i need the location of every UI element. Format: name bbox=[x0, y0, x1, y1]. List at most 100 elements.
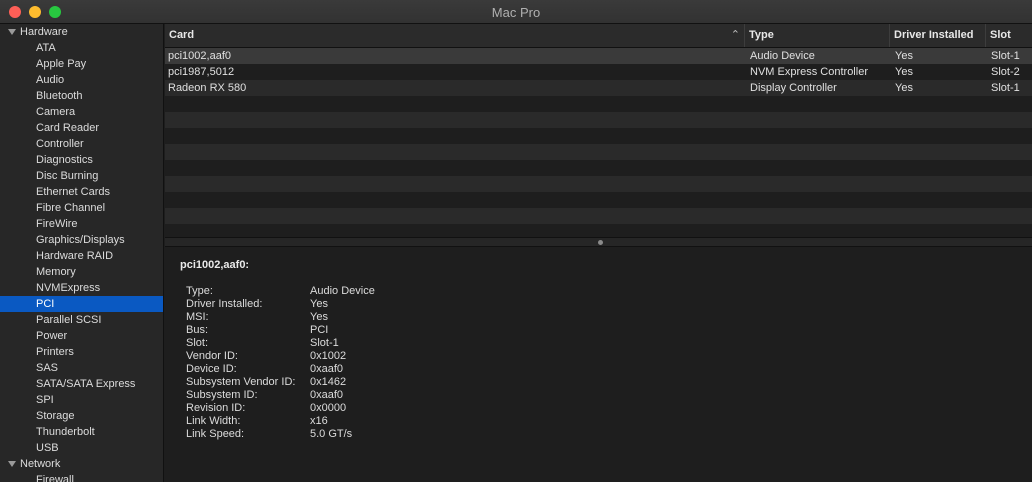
sidebar: Hardware ATA Apple Pay Audio Bluetooth Camera… bbox=[0, 24, 164, 482]
sidebar-group-network[interactable]: Network bbox=[0, 456, 163, 472]
cell-driver-installed: Yes bbox=[895, 82, 913, 94]
cell-type: Audio Device bbox=[750, 50, 815, 62]
sidebar-item-sata-sata-express[interactable]: SATA/SATA Express bbox=[0, 376, 163, 392]
detail-field: Vendor ID: 0x1002 bbox=[186, 350, 375, 363]
sidebar-item-graphics-displays[interactable]: Graphics/Displays bbox=[0, 232, 163, 248]
cell-slot: Slot-1 bbox=[991, 50, 1020, 62]
column-header-card[interactable]: Card ⌃ bbox=[165, 24, 745, 47]
detail-field-label: Device ID: bbox=[186, 363, 237, 375]
sidebar-item-audio[interactable]: Audio bbox=[0, 72, 163, 88]
sidebar-item-ata[interactable]: ATA bbox=[0, 40, 163, 56]
detail-field: Driver Installed: Yes bbox=[186, 298, 375, 311]
table-row[interactable]: Radeon RX 580 Display Controller Yes Slot-1 bbox=[165, 80, 1032, 96]
detail-field-label: Link Speed: bbox=[186, 428, 245, 440]
detail-field-value: Audio Device bbox=[310, 285, 375, 297]
empty-table-row bbox=[165, 96, 1032, 112]
empty-table-row bbox=[165, 176, 1032, 192]
detail-field-value: 0x0000 bbox=[310, 402, 347, 414]
table-row[interactable]: pci1002,aaf0 Audio Device Yes Slot-1 bbox=[165, 48, 1032, 64]
empty-table-row bbox=[165, 208, 1032, 224]
divider-grip-icon[interactable] bbox=[598, 240, 603, 245]
detail-field-value: 0xaaf0 bbox=[310, 389, 344, 401]
detail-field-value: Yes bbox=[310, 298, 328, 310]
detail-field: Device ID: 0xaaf0 bbox=[186, 363, 375, 376]
cell-card: Radeon RX 580 bbox=[168, 82, 247, 94]
sidebar-item-controller[interactable]: Controller bbox=[0, 136, 163, 152]
column-header-slot[interactable]: Slot bbox=[986, 24, 1032, 47]
sidebar-item-card-reader[interactable]: Card Reader bbox=[0, 120, 163, 136]
cell-driver-installed: Yes bbox=[895, 50, 913, 62]
disclosure-triangle-icon[interactable] bbox=[8, 29, 16, 35]
window-title: Mac Pro bbox=[491, 5, 541, 20]
sidebar-item-nvmexpress[interactable]: NVMExpress bbox=[0, 280, 163, 296]
table-row[interactable]: pci1987,5012 NVM Express Controller Yes Slo… bbox=[165, 64, 1032, 80]
sidebar-item-parallel-scsi[interactable]: Parallel SCSI bbox=[0, 312, 163, 328]
disclosure-triangle-icon[interactable] bbox=[8, 461, 16, 467]
sort-ascending-icon: ⌃ bbox=[730, 29, 740, 41]
detail-field: Subsystem ID: 0xaaf0 bbox=[186, 389, 375, 402]
sidebar-item-camera[interactable]: Camera bbox=[0, 104, 163, 120]
detail-field: Subsystem Vendor ID: 0x1462 bbox=[186, 376, 375, 389]
sidebar-item-diagnostics[interactable]: Diagnostics bbox=[0, 152, 163, 168]
detail-field-label: Bus: bbox=[186, 324, 209, 336]
detail-field: MSI: Yes bbox=[186, 311, 375, 324]
detail-field-label: Type: bbox=[186, 285, 213, 297]
sidebar-item-firewire[interactable]: FireWire bbox=[0, 216, 163, 232]
split-view-divider[interactable] bbox=[165, 237, 1032, 247]
sidebar-item-storage[interactable]: Storage bbox=[0, 408, 163, 424]
detail-field-label: Subsystem Vendor ID: bbox=[186, 376, 296, 388]
system-information-window: Mac Pro Hardware ATA Apple Pay Audio Bluetoo… bbox=[0, 0, 1032, 482]
sidebar-item-fibre-channel[interactable]: Fibre Channel bbox=[0, 200, 163, 216]
sidebar-group-hardware[interactable]: Hardware bbox=[0, 24, 163, 40]
sidebar-item-hardware-raid[interactable]: Hardware RAID bbox=[0, 248, 163, 264]
sidebar-item-pci[interactable]: PCI bbox=[0, 296, 163, 312]
sidebar-item-ethernet-cards[interactable]: Ethernet Cards bbox=[0, 184, 163, 200]
sidebar-item-disc-burning[interactable]: Disc Burning bbox=[0, 168, 163, 184]
detail-field-label: Subsystem ID: bbox=[186, 389, 258, 401]
detail-field-label: Slot: bbox=[186, 337, 209, 349]
detail-field-label: Revision ID: bbox=[186, 402, 246, 414]
detail-field-label: Driver Installed: bbox=[186, 298, 263, 310]
detail-field: Revision ID: 0x0000 bbox=[186, 402, 375, 415]
sidebar-item-usb[interactable]: USB bbox=[0, 440, 163, 456]
cell-card: pci1002,aaf0 bbox=[168, 50, 231, 62]
sidebar-item-printers[interactable]: Printers bbox=[0, 344, 163, 360]
cell-card: pci1987,5012 bbox=[168, 66, 235, 78]
sidebar-item-thunderbolt[interactable]: Thunderbolt bbox=[0, 424, 163, 440]
table-header: Card ⌃ Type Driver Installed Slot bbox=[165, 24, 1032, 48]
detail-field-value: 0x1002 bbox=[310, 350, 347, 362]
detail-field: Slot: Slot-1 bbox=[186, 337, 375, 350]
detail-field-value: Yes bbox=[310, 311, 328, 323]
detail-title: pci1002,aaf0: bbox=[180, 259, 250, 271]
cell-driver-installed: Yes bbox=[895, 66, 913, 78]
detail-field-value: 5.0 GT/s bbox=[310, 428, 353, 440]
detail-field-value: PCI bbox=[310, 324, 329, 336]
detail-field-value: x16 bbox=[310, 415, 328, 427]
empty-table-row bbox=[165, 128, 1032, 144]
pci-table: pci1002,aaf0 Audio Device Yes Slot-1 pci1987… bbox=[165, 48, 1032, 256]
sidebar-item-memory[interactable]: Memory bbox=[0, 264, 163, 280]
sidebar-item-sas[interactable]: SAS bbox=[0, 360, 163, 376]
sidebar-item-bluetooth[interactable]: Bluetooth bbox=[0, 88, 163, 104]
column-header-driver-installed[interactable]: Driver Installed bbox=[890, 24, 986, 47]
sidebar-item-apple-pay[interactable]: Apple Pay bbox=[0, 56, 163, 72]
sidebar-item-spi[interactable]: SPI bbox=[0, 392, 163, 408]
detail-pane: pci1002,aaf0: Type: Audio Device Driver In… bbox=[165, 247, 1032, 482]
sidebar-item-firewall[interactable]: Firewall bbox=[0, 472, 163, 482]
column-header-type[interactable]: Type bbox=[745, 24, 890, 47]
title-bar: Mac Pro bbox=[0, 0, 1032, 24]
empty-table-row bbox=[165, 112, 1032, 128]
sidebar-group-label: Hardware bbox=[20, 26, 68, 38]
detail-field-value: 0xaaf0 bbox=[310, 363, 344, 375]
empty-table-row bbox=[165, 160, 1032, 176]
detail-field: Bus: PCI bbox=[186, 324, 375, 337]
cell-slot: Slot-2 bbox=[991, 66, 1020, 78]
empty-table-row bbox=[165, 144, 1032, 160]
detail-field-label: Link Width: bbox=[186, 415, 241, 427]
detail-field-value: 0x1462 bbox=[310, 376, 347, 388]
empty-table-row bbox=[165, 192, 1032, 208]
sidebar-group-label: Network bbox=[20, 458, 61, 470]
sidebar-item-power[interactable]: Power bbox=[0, 328, 163, 344]
cell-type: Display Controller bbox=[750, 82, 837, 94]
main-pane: Card ⌃ Type Driver Installed Slot pci100… bbox=[165, 24, 1032, 482]
